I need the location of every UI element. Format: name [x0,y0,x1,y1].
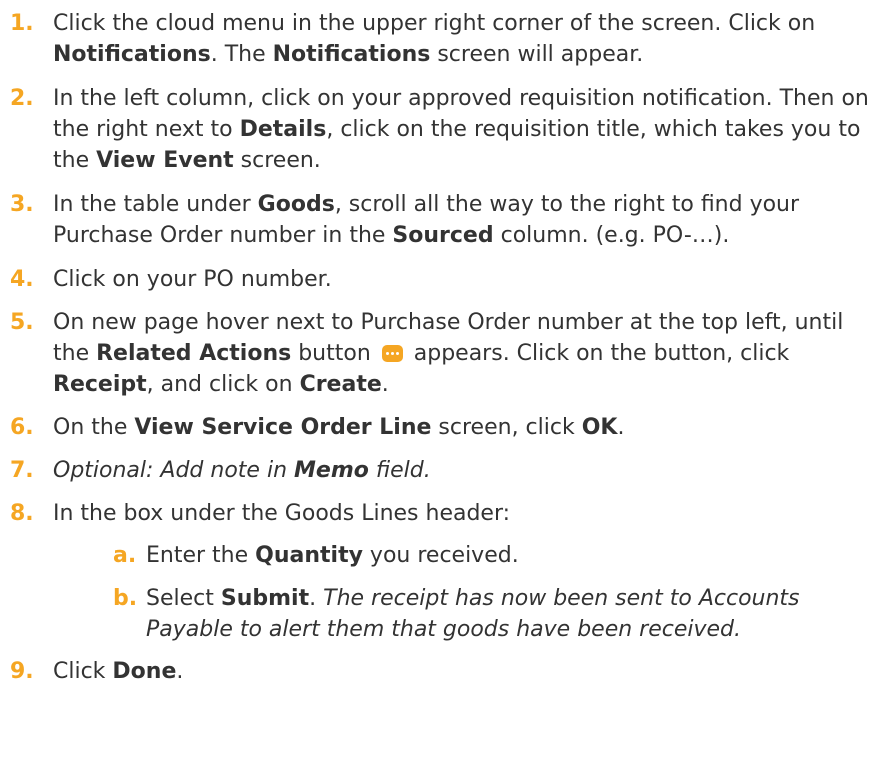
substep-letter: b. [113,586,138,611]
step-text: Optional: Add note in Memo field. [53,458,431,483]
step-text: Click Done. [53,659,184,684]
substep-letter: a. [113,543,137,568]
done-term: Done [112,659,177,684]
step-text: On the View Service Order Line screen, c… [53,415,625,440]
step-7: 7. Optional: Add note in Memo field. [10,455,882,486]
related-actions-term: Related Actions [96,341,292,366]
step-number: 2. [10,86,34,111]
step-5: 5. On new page hover next to Purchase Or… [10,307,882,400]
step-number: 9. [10,659,34,684]
substep-text: Enter the Quantity you received. [146,543,519,568]
instructions-page: 1. Click the cloud menu in the upper rig… [0,0,882,770]
substep-text: Select Submit. The receipt has now been … [146,586,800,642]
ok-term: OK [581,415,618,440]
step-3: 3. In the table under Goods, scroll all … [10,189,882,251]
step-text: Click the cloud menu in the upper right … [53,11,816,67]
step-number: 7. [10,458,34,483]
submit-term: Submit [220,586,310,611]
notifications-term: Notifications [272,42,431,67]
memo-term: Memo [294,458,369,483]
step-number: 5. [10,310,34,335]
step-1: 1. Click the cloud menu in the upper rig… [10,8,882,70]
step-text: In the left column, click on your approv… [53,86,869,173]
details-term: Details [239,117,327,142]
step-text: In the table under Goods, scroll all the… [53,192,800,248]
step-2: 2. In the left column, click on your app… [10,83,882,176]
substep-a: a. Enter the Quantity you received. [10,540,882,571]
step-number: 8. [10,501,34,526]
quantity-term: Quantity [255,543,363,568]
step-number: 3. [10,192,34,217]
step-text: Click on your PO number. [53,267,332,292]
receipt-term: Receipt [53,372,147,397]
step-8: 8. In the box under the Goods Lines head… [10,498,882,529]
step-number: 1. [10,11,34,36]
substep-b: b. Select Submit. The receipt has now be… [10,583,882,645]
step-4: 4. Click on your PO number. [10,264,882,295]
goods-term: Goods [257,192,335,217]
view-service-order-line-term: View Service Order Line [134,415,432,440]
step-6: 6. On the View Service Order Line screen… [10,412,882,443]
notifications-term: Notifications [53,42,211,67]
step-text: On new page hover next to Purchase Order… [53,310,844,397]
step-9: 9. Click Done. [10,656,882,687]
related-actions-icon [381,345,403,362]
create-term: Create [299,372,382,397]
view-event-term: View Event [96,148,234,173]
step-number: 6. [10,415,34,440]
sourced-term: Sourced [392,223,494,248]
step-number: 4. [10,267,34,292]
step-text: In the box under the Goods Lines header: [53,501,511,526]
